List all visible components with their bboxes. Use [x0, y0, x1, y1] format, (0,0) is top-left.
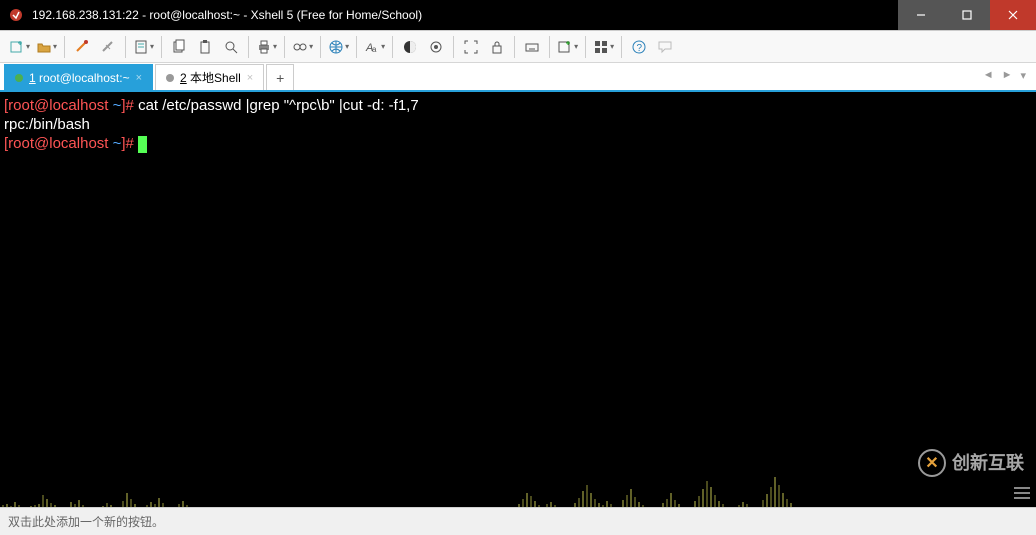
terminal-line: [root@localhost ~]# cat /etc/passwd |gre…	[4, 96, 1032, 115]
tab-session-1[interactable]: 1 root@localhost:~ ×	[4, 64, 153, 90]
tab-close-icon[interactable]: ×	[136, 72, 142, 84]
new-session-button[interactable]: ▾	[6, 34, 33, 60]
tab-label: 2 本地Shell	[180, 69, 241, 86]
keyboard-button[interactable]	[519, 34, 545, 60]
menu-icon[interactable]	[1014, 487, 1030, 499]
equalizer-decoration	[0, 457, 1036, 507]
globe-button[interactable]: ▾	[325, 34, 352, 60]
toolbar: ▾ ▾ ▾ ▾ ▾ ▾ Aa▾ ▾ ▾ ?	[0, 30, 1036, 63]
watermark-text: 创新互联	[952, 454, 1024, 473]
tab-scroll-right[interactable]: ►	[998, 67, 1017, 84]
lock-button[interactable]	[484, 34, 510, 60]
new-window-button[interactable]: ▾	[554, 34, 581, 60]
terminal-line: [root@localhost ~]#	[4, 134, 1032, 153]
reconnect-button[interactable]	[69, 34, 95, 60]
disconnect-button[interactable]	[95, 34, 121, 60]
tab-session-2[interactable]: 2 本地Shell ×	[155, 64, 264, 90]
print-button[interactable]: ▾	[253, 34, 280, 60]
properties-button[interactable]: ▾	[130, 34, 157, 60]
open-button[interactable]: ▾	[33, 34, 60, 60]
window-title: 192.168.238.131:22 - root@localhost:~ - …	[32, 8, 898, 22]
fullscreen-button[interactable]	[458, 34, 484, 60]
tab-scroll-left[interactable]: ◄	[979, 67, 998, 84]
copy-button[interactable]	[166, 34, 192, 60]
svg-text:?: ?	[637, 43, 643, 54]
status-dot-icon	[15, 74, 23, 82]
cursor-icon	[138, 136, 147, 153]
statusbar: 双击此处添加一个新的按钮。	[0, 507, 1036, 535]
terminal[interactable]: [root@localhost ~]# cat /etc/passwd |gre…	[0, 92, 1036, 507]
window-controls	[898, 0, 1036, 30]
transfer-button[interactable]: ▾	[289, 34, 316, 60]
help-button[interactable]: ?	[626, 34, 652, 60]
tab-close-icon[interactable]: ×	[247, 72, 253, 84]
maximize-button[interactable]	[944, 0, 990, 30]
font-button[interactable]: Aa▾	[361, 34, 388, 60]
titlebar: 192.168.238.131:22 - root@localhost:~ - …	[0, 0, 1036, 30]
layout-button[interactable]: ▾	[590, 34, 617, 60]
tab-scroll: ◄ ► ▾	[979, 67, 1030, 84]
statusbar-hint: 双击此处添加一个新的按钮。	[8, 513, 164, 530]
find-button[interactable]	[218, 34, 244, 60]
svg-text:a: a	[372, 45, 377, 54]
status-dot-icon	[166, 74, 174, 82]
chat-button[interactable]	[652, 34, 678, 60]
highlight-button[interactable]	[423, 34, 449, 60]
watermark: ✕ 创新互联	[918, 449, 1024, 477]
close-button[interactable]	[990, 0, 1036, 30]
tab-add-button[interactable]: +	[266, 64, 294, 90]
watermark-icon: ✕	[918, 449, 946, 477]
tab-label: 1 root@localhost:~	[29, 71, 130, 85]
tabstrip: 1 root@localhost:~ × 2 本地Shell × + ◄ ► ▾	[0, 63, 1036, 92]
paste-button[interactable]	[192, 34, 218, 60]
minimize-button[interactable]	[898, 0, 944, 30]
terminal-output: rpc:/bin/bash	[4, 115, 1032, 134]
app-icon	[8, 7, 24, 23]
tab-list-button[interactable]: ▾	[1016, 67, 1030, 84]
color-scheme-button[interactable]	[397, 34, 423, 60]
